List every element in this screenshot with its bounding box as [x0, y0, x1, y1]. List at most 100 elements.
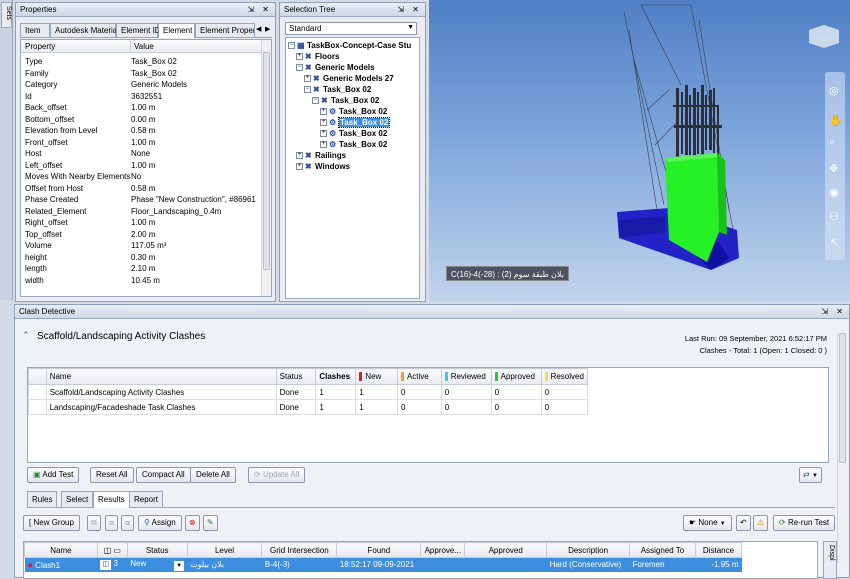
tree-item[interactable]: − ▦ TaskBox-Concept-Case Stu [288, 41, 411, 52]
expand-toggle-icon[interactable]: + [320, 141, 327, 149]
collapse-chevron-icon[interactable]: ⌃ [22, 330, 30, 341]
tab-element[interactable]: Element [158, 23, 195, 38]
assign-button[interactable]: ⚲ Assign [138, 515, 182, 531]
reset-all-button[interactable]: Reset All [90, 467, 134, 483]
tab-rules[interactable]: Rules [27, 491, 58, 507]
tree-item[interactable]: + ⚙ Task_Box 02 [320, 117, 391, 129]
property-row[interactable]: length 2.10 m [21, 263, 261, 275]
tree-item[interactable]: + ✖ Railings [296, 151, 346, 162]
properties-window-buttons[interactable]: ⇲ ✕ [247, 3, 272, 17]
expand-toggle-icon[interactable]: + [320, 108, 327, 116]
res-col-name[interactable]: Name [24, 542, 98, 558]
res-col-icons[interactable]: ◫ ▭ [96, 542, 128, 558]
pan-icon[interactable]: ✋ [829, 114, 843, 127]
property-row[interactable]: Id 3632551 [21, 91, 261, 103]
res-col-found[interactable]: Found [336, 542, 422, 558]
result-status-cell[interactable]: New ▼ [127, 557, 188, 572]
add-test-button[interactable]: ▣ Add Test [27, 467, 80, 483]
property-row[interactable]: Left_offset 1.00 m [21, 160, 261, 172]
orbit-icon[interactable]: ✥ [829, 162, 838, 175]
export-import-button[interactable]: ⇄ ▼ [799, 467, 822, 483]
res-col-approver[interactable]: Approve... [420, 542, 466, 558]
delete-all-button[interactable]: Delete All [190, 467, 236, 483]
property-row[interactable]: height 0.30 m [21, 252, 261, 264]
new-group-button[interactable]: [ New Group [23, 515, 80, 531]
tree-item[interactable]: + ✖ Windows [296, 162, 350, 173]
property-row[interactable]: Family Task_Box 02 [21, 68, 261, 80]
property-row[interactable]: Front_offset 1.00 m [21, 137, 261, 149]
property-row[interactable]: Offset from Host 0.58 m [21, 183, 261, 195]
status-chevron-icon[interactable]: ▼ [174, 560, 185, 571]
res-col-distance[interactable]: Distance [694, 542, 743, 558]
update-all-button[interactable]: ⟳ Update All [248, 467, 306, 483]
test-row[interactable]: Landscaping/Facadeshade Task Clashes Done… [28, 399, 589, 415]
unassign-button[interactable]: ⊗ [185, 515, 200, 531]
tab-select[interactable]: Select [61, 491, 94, 507]
property-row[interactable]: Related_Element Floor_Landscaping_0.4m [21, 206, 261, 218]
tree-item[interactable]: + ✖ Floors [296, 52, 339, 63]
property-row[interactable]: Category Generic Models [21, 79, 261, 91]
selection-tree-window-buttons[interactable]: ⇲ ✕ [397, 3, 422, 17]
expand-toggle-icon[interactable]: + [296, 53, 303, 61]
res-col-status[interactable]: Status [126, 542, 188, 558]
tab-autodesk-material[interactable]: Autodesk Material [50, 23, 119, 37]
group-icon-button-3[interactable]: ⧇ [121, 515, 135, 531]
tree-item[interactable]: + ⚙ Task_Box 02 [320, 140, 387, 151]
col-name[interactable]: Name [45, 368, 277, 385]
select-icon[interactable]: ↖ [830, 236, 839, 249]
property-row[interactable]: Moves With Nearby Elements No [21, 171, 261, 183]
col-new[interactable]: New [355, 368, 398, 385]
steering-wheel-icon[interactable]: ◎ [829, 84, 839, 97]
tab-element-id[interactable]: Element ID [116, 23, 161, 37]
col-status[interactable]: Status [275, 368, 317, 385]
property-row[interactable]: Right_offset 1.00 m [21, 217, 261, 229]
property-row[interactable]: Top_offset 2.00 m [21, 229, 261, 241]
tree-item[interactable]: + ⚙ Task_Box 02 [320, 129, 387, 140]
expand-toggle-icon[interactable]: − [312, 97, 319, 105]
property-row[interactable]: Host None [21, 148, 261, 160]
res-col-grid[interactable]: Grid Intersection [261, 542, 338, 558]
property-row[interactable]: Bottom_offset 0.00 m [21, 114, 261, 126]
col-active[interactable]: Active [396, 368, 442, 385]
expand-toggle-icon[interactable]: + [304, 75, 311, 83]
property-row[interactable]: width 10.45 m [21, 275, 261, 287]
clash-window-buttons[interactable]: ⇲ ✕ [821, 305, 846, 319]
clash-scrollbar[interactable] [837, 333, 847, 563]
3d-viewport[interactable]: ◎ ✋ ⌕ ✥ ◉ ⚇ ↖ C(16)-4(-28) : بلان طبقة س… [429, 0, 850, 302]
zoom-icon[interactable]: ⌕ [829, 136, 835, 149]
col-reviewed[interactable]: Reviewed [440, 368, 492, 385]
expand-toggle-icon[interactable]: + [296, 163, 303, 171]
group-icon-button-1[interactable]: ⧉ [87, 515, 101, 531]
test-row[interactable]: Scaffold/Landscaping Activity Clashes Don… [28, 384, 589, 400]
tab-item[interactable]: Item [20, 23, 50, 37]
expand-toggle-icon[interactable]: − [296, 64, 303, 72]
properties-scroll-thumb[interactable] [263, 52, 270, 270]
group-icon-button-2[interactable]: ⧈ [105, 515, 119, 531]
tree-item[interactable]: + ✖ Generic Models 27 [304, 74, 394, 85]
tree-item[interactable]: − ✖ Task_Box 02 [304, 85, 371, 96]
expand-toggle-icon[interactable]: − [304, 86, 311, 94]
highlight-none-dropdown[interactable]: ☛ None ▼ [683, 515, 732, 531]
col-approved[interactable]: Approved [490, 368, 542, 385]
viewpoint-icon[interactable]: ◫ [100, 560, 112, 571]
tree-mode-dropdown[interactable]: Standard ▼ [285, 22, 417, 35]
property-column-header[interactable]: Property [25, 42, 55, 51]
tree-item[interactable]: − ✖ Task_Box 02 [312, 96, 379, 107]
tab-scroll-left-icon[interactable]: ◀ [256, 25, 261, 33]
tree-item[interactable]: + ⚙ Task_Box 02 [320, 107, 387, 118]
expand-toggle-icon[interactable]: + [320, 130, 327, 138]
properties-scrollbar[interactable] [261, 40, 271, 296]
property-row[interactable]: Volume 117.05 m³ [21, 240, 261, 252]
col-clashes[interactable]: Clashes [315, 368, 357, 385]
res-col-level[interactable]: Level [186, 542, 263, 558]
res-col-description[interactable]: Description [546, 542, 631, 558]
compact-all-button[interactable]: Compact All [136, 467, 191, 483]
tab-scroll-right-icon[interactable]: ▶ [265, 25, 270, 33]
res-col-assigned[interactable]: Assigned To [629, 542, 696, 558]
tab-element-properties[interactable]: Element Propert [195, 23, 255, 37]
clash-settings-button[interactable]: ⚠ [753, 515, 769, 531]
property-row[interactable]: Back_offset 1.00 m [21, 102, 261, 114]
expand-toggle-icon[interactable]: − [288, 42, 295, 50]
rerun-test-button[interactable]: ⟳ Re-run Test [773, 515, 836, 531]
look-icon[interactable]: ◉ [829, 186, 839, 199]
